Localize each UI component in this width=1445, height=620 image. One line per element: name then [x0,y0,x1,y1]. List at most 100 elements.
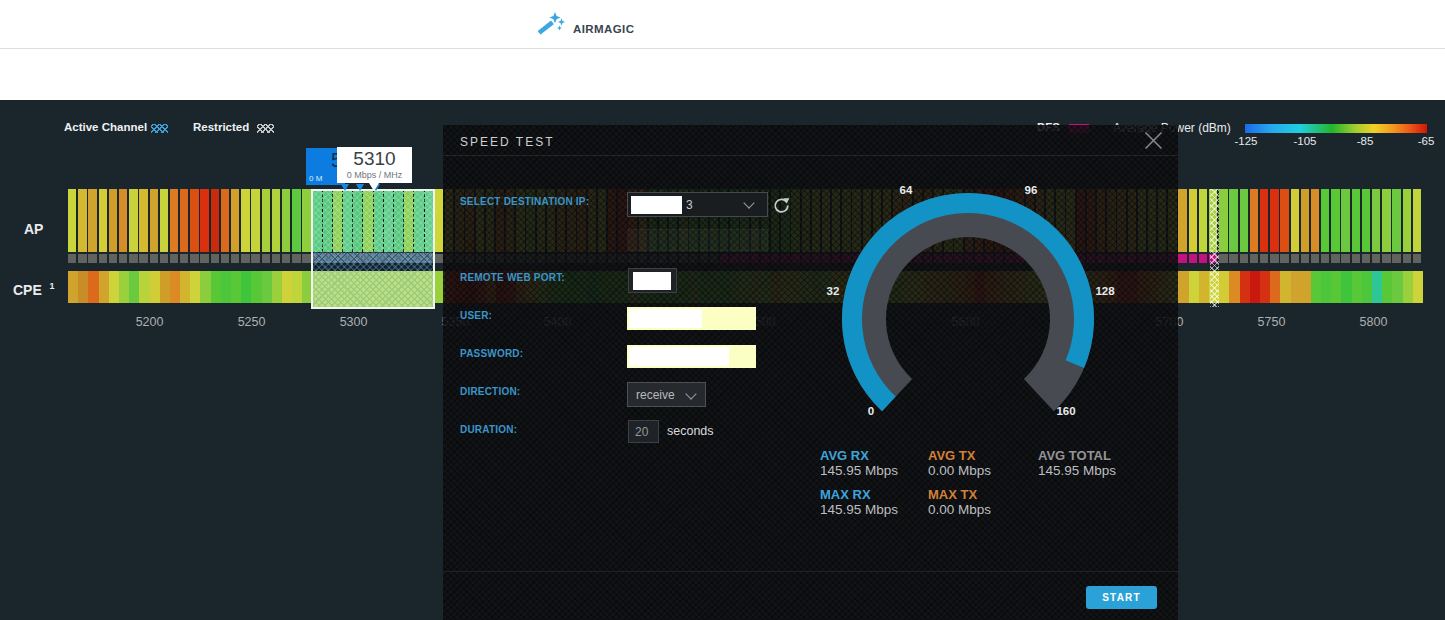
stat-value: 145.95 Mbps [1038,463,1116,478]
speed-gauge [828,179,1108,431]
power-tick-label: -85 [1357,135,1374,147]
dfs-strip-cell [1341,254,1349,263]
destination-ip-redacted [631,196,682,214]
ap-bar [1301,189,1309,252]
dfs-strip-cell [160,254,168,263]
gauge-tick-label: 128 [1095,285,1114,297]
dfs-strip-cell [1413,254,1421,263]
cpe-segment [1301,271,1311,303]
dfs-strip-cell [1199,254,1207,263]
ap-bar [251,189,259,252]
dfs-strip-cell [1280,254,1288,263]
ap-bar [170,189,178,252]
ap-bar [241,189,249,252]
dfs-strip-cell [1382,254,1390,263]
gauge-tick-label: 0 [868,405,874,417]
start-button[interactable]: START [1086,586,1157,609]
dfs-strip-cell [170,254,178,263]
dfs-strip-cell [1189,254,1197,263]
stat-value: 0.00 Mbps [928,502,991,517]
ap-bar [1413,189,1421,252]
dfs-strip-cell [241,254,249,263]
ap-bar [1270,189,1278,252]
cpe-segment [1270,271,1280,303]
cpe-segment [1311,271,1321,303]
cpe-segment [251,271,261,303]
dfs-strip-cell [1352,254,1360,263]
direction-select[interactable]: receive [627,382,706,407]
ap-bar [1219,189,1227,252]
dfs-strip-cell [1219,254,1227,263]
cpe-segment [109,271,119,303]
cpe-segment [1403,271,1413,303]
magic-wand-icon [538,11,566,38]
gauge-tick-label: 160 [1056,405,1075,417]
cpe-segment [231,271,241,303]
dfs-strip-cell [129,254,137,263]
ap-row-label: AP [24,221,43,237]
freq-tick-label: 5800 [1360,315,1388,329]
duration-label: DURATION: [460,424,517,435]
ap-bar [129,189,137,252]
remote-web-port-redacted [633,272,671,290]
ap-bar [109,189,117,252]
password-input[interactable] [627,345,756,368]
dfs-strip-cell [251,254,259,263]
ap-bar [1291,189,1299,252]
refresh-icon[interactable] [773,197,790,214]
destination-ip-select[interactable]: 3 [627,192,768,217]
cpe-segment [1291,271,1301,303]
cpe-segment [160,271,170,303]
dfs-strip-cell [1178,254,1186,263]
dfs-strip-cell [1311,254,1319,263]
modal-title: SPEED TEST [460,135,554,149]
dfs-strip-cell [231,254,239,263]
dfs-strip-cell [1301,254,1309,263]
ap-bar [1199,189,1207,252]
top-header: AIRMAGIC [0,0,1445,49]
channel-selection-box[interactable] [311,189,435,309]
ap-bar [1372,189,1380,252]
ap-bar [1352,189,1360,252]
modal-footer-divider [443,571,1178,572]
dfs-strip-cell [190,254,198,263]
ap-bar [1331,189,1339,252]
ap-bar [1311,189,1319,252]
dfs-strip-cell [435,254,443,263]
ap-bar [1280,189,1288,252]
ap-bar [99,189,107,252]
speed-test-modal: SPEED TEST SELECT DESTINATION IP: 3 REMO… [443,125,1178,620]
modal-title-divider [443,155,1178,156]
cpe-segment [1229,271,1239,303]
gauge-tick-label: 32 [827,285,840,297]
cpe-segment [200,271,210,303]
dfs-strip-cell [109,254,117,263]
cpe-segment [150,271,160,303]
ap-bar [221,189,229,252]
power-gradient-bar [1245,124,1427,133]
remote-web-port-input[interactable] [628,268,677,293]
cpe-segment [1382,271,1392,303]
cpe-segment [1280,271,1290,303]
ap-bar [180,189,188,252]
cpe-segment [211,271,221,303]
ap-bar [272,189,280,252]
user-input[interactable] [627,307,756,330]
dfs-strip-cell [302,254,310,263]
cpe-segment [1240,271,1250,303]
cpe-segment [88,271,98,303]
ap-bar [1178,189,1186,252]
close-icon[interactable] [1144,131,1163,150]
stat-label: AVG RX [820,448,869,463]
freq-tick-label: 5300 [340,315,368,329]
ap-bar [160,189,168,252]
ap-bar [292,189,300,252]
dfs-strip-cell [1260,254,1268,263]
legend-active-channel-label: Active Channel [64,121,147,133]
stat-value: 145.95 Mbps [820,502,898,517]
dfs-strip-cell [78,254,86,263]
stat-label: MAX RX [820,487,871,502]
stat-value: 0.00 Mbps [928,463,991,478]
cpe-segment [1392,271,1402,303]
duration-input[interactable]: 20 [628,420,659,443]
